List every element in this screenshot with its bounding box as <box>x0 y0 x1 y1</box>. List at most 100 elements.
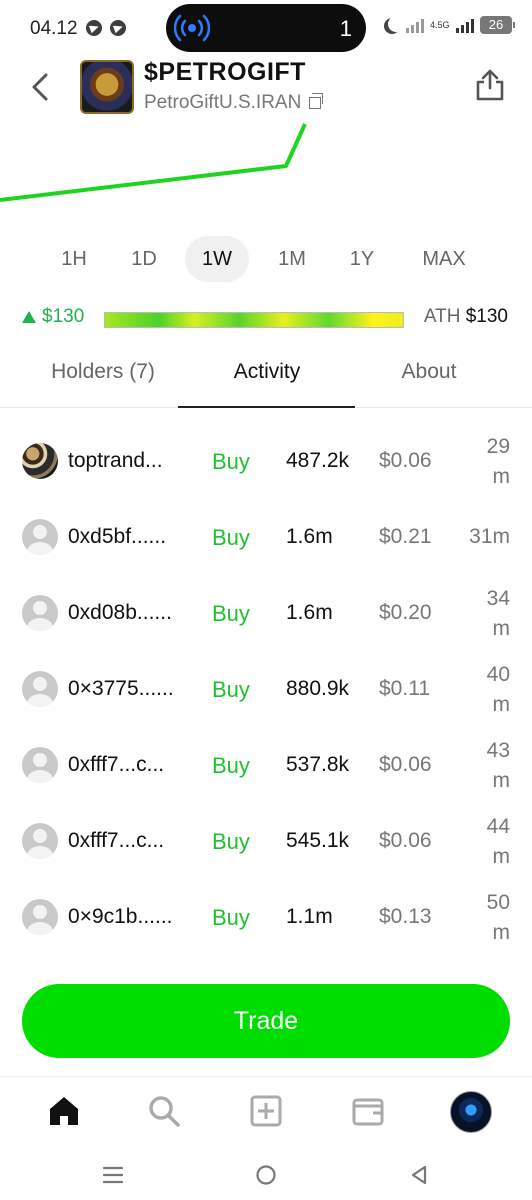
trade-time: 29 m <box>458 432 510 492</box>
bottom-navigation <box>0 1076 532 1146</box>
price-chart[interactable] <box>0 120 532 230</box>
active-tab-indicator <box>178 406 355 408</box>
network-type: 4.5G <box>430 19 450 30</box>
trade-button[interactable]: Trade <box>22 984 510 1058</box>
token-subtitle: PetroGiftU.S.IRAN <box>144 92 302 113</box>
default-avatar <box>22 671 58 707</box>
live-activity-pill[interactable]: 1 <box>166 4 366 52</box>
trade-type: Buy <box>212 449 250 474</box>
default-avatar <box>22 747 58 783</box>
trade-amount: 1.6m <box>286 525 333 548</box>
recents-icon[interactable] <box>100 1162 126 1188</box>
home-icon[interactable] <box>44 1091 84 1131</box>
trade-price: $0.06 <box>379 829 432 852</box>
signal-icon-2 <box>456 17 474 33</box>
range-1y[interactable]: 1Y <box>338 236 386 282</box>
token-logo <box>80 60 134 114</box>
trade-time-unit: m <box>492 693 511 716</box>
live-count: 1 <box>339 16 352 41</box>
trade-price: $0.20 <box>379 601 432 624</box>
status-icons: 4.5G 26 <box>384 16 515 34</box>
trade-time: 50 m <box>458 888 510 948</box>
trade-amount: 880.9k <box>286 677 350 700</box>
range-1h[interactable]: 1H <box>50 236 98 282</box>
trade-amount: 1.1m <box>286 905 333 928</box>
trade-price: $0.21 <box>379 525 432 548</box>
trade-type: Buy <box>212 753 250 778</box>
trade-price: $0.06 <box>379 449 432 472</box>
default-avatar <box>22 823 58 859</box>
trader-name[interactable]: 0xd08b...... <box>68 601 198 625</box>
signal-icon <box>406 17 424 33</box>
trade-amount: 537.8k <box>286 753 350 776</box>
profile-avatar[interactable] <box>450 1091 492 1133</box>
telegram-icon <box>110 20 126 36</box>
telegram-icon <box>86 20 102 36</box>
range-1m[interactable]: 1M <box>266 236 318 282</box>
add-icon[interactable] <box>246 1091 286 1131</box>
trader-name[interactable]: toptrand... <box>68 449 198 473</box>
activity-row[interactable]: 0×3775...... Buy 880.9k $0.11 40 m <box>0 652 532 728</box>
home-circle-icon[interactable] <box>253 1162 279 1188</box>
range-max[interactable]: MAX <box>410 236 478 282</box>
dnd-moon-icon <box>388 16 404 32</box>
tab-holders[interactable]: Holders (7) <box>14 360 192 384</box>
trader-name[interactable]: 0×9c1b...... <box>68 905 198 929</box>
tab-activity[interactable]: Activity <box>178 360 356 384</box>
search-icon[interactable] <box>144 1091 184 1131</box>
broadcast-icon <box>174 14 210 42</box>
trade-type: Buy <box>212 601 250 626</box>
trade-type: Buy <box>212 905 250 930</box>
section-tabs: Holders (7) Activity About <box>0 350 532 408</box>
activity-row[interactable]: 0xd5bf...... Buy 1.6m $0.21 31m <box>0 500 532 576</box>
price-summary: $130 ATH $130 <box>0 304 532 334</box>
status-time: 04.12 <box>30 18 78 39</box>
ath-label: ATH <box>423 306 461 327</box>
range-1d[interactable]: 1D <box>120 236 168 282</box>
price-change: $130 <box>22 306 84 328</box>
default-avatar <box>22 899 58 935</box>
trader-name[interactable]: 0xd5bf...... <box>68 525 198 549</box>
trade-time-value: 34 <box>486 587 510 610</box>
activity-row[interactable]: 0xfff7...c... Buy 545.1k $0.06 44 m <box>0 804 532 880</box>
default-avatar <box>22 595 58 631</box>
trader-name[interactable]: 0xfff7...c... <box>68 753 198 777</box>
trade-time-unit: m <box>492 845 511 868</box>
trade-time: 40 m <box>458 660 510 720</box>
progress-gradient-bar <box>104 312 404 328</box>
copy-icon[interactable] <box>309 93 324 109</box>
trade-price: $0.13 <box>379 905 432 928</box>
token-title: $PETROGIFT <box>144 58 306 86</box>
activity-row[interactable]: toptrand... Buy 487.2k $0.06 29 m <box>0 424 532 500</box>
token-subtitle-row[interactable]: PetroGiftU.S.IRAN <box>144 92 324 114</box>
tab-about[interactable]: About <box>340 360 518 384</box>
trade-time-value: 29 <box>486 435 510 458</box>
trade-type: Buy <box>212 525 250 550</box>
trade-type: Buy <box>212 829 250 854</box>
trader-name[interactable]: 0xfff7...c... <box>68 829 198 853</box>
trade-time-unit: m <box>492 921 511 944</box>
trade-time: 43 m <box>458 736 510 796</box>
wallet-icon[interactable] <box>348 1091 388 1131</box>
trade-amount: 1.6m <box>286 601 333 624</box>
trade-time: 44 m <box>458 812 510 872</box>
back-chevron-icon[interactable] <box>26 72 56 102</box>
activity-row[interactable]: 0xfff7...c... Buy 537.8k $0.06 43 m <box>0 728 532 804</box>
activity-row[interactable]: 0×9c1b...... Buy 1.1m $0.13 50 m <box>0 880 532 956</box>
share-icon[interactable] <box>474 68 506 102</box>
activity-row[interactable]: 0xd08b...... Buy 1.6m $0.20 34 m <box>0 576 532 652</box>
back-triangle-icon[interactable] <box>406 1162 432 1188</box>
trader-name[interactable]: 0×3775...... <box>68 677 198 701</box>
trade-time-unit: m <box>492 769 511 792</box>
range-1w[interactable]: 1W <box>185 236 249 282</box>
trade-price: $0.06 <box>379 753 432 776</box>
up-arrow-icon <box>22 311 36 323</box>
trade-amount: 545.1k <box>286 829 350 852</box>
trade-time-value: 44 <box>486 815 510 838</box>
trade-time-unit: m <box>492 465 511 488</box>
trade-time: 34 m <box>458 584 510 644</box>
trade-time-value: 40 <box>486 663 510 686</box>
trade-type: Buy <box>212 677 250 702</box>
token-header: $PETROGIFT PetroGiftU.S.IRAN <box>0 58 532 128</box>
system-navigation-bar <box>0 1150 532 1200</box>
